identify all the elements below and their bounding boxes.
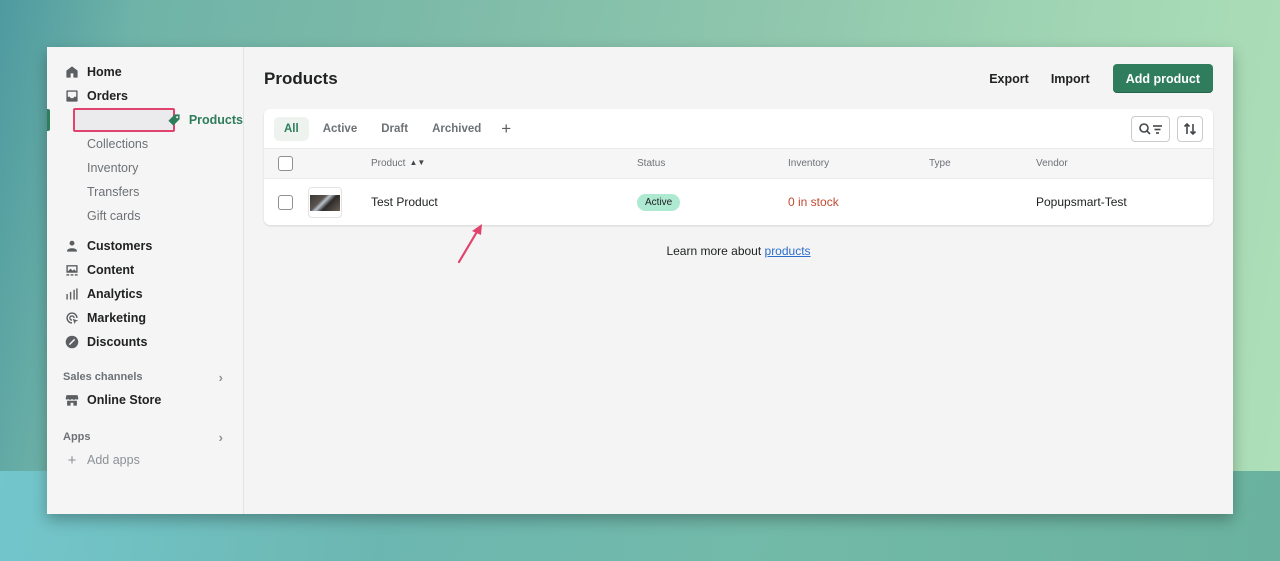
sidebar-subitem-gift-cards[interactable]: Gift cards bbox=[47, 204, 243, 228]
add-apps-button[interactable]: + Add apps bbox=[47, 448, 243, 472]
inventory-value: 0 in stock bbox=[788, 195, 839, 209]
home-icon bbox=[65, 65, 79, 79]
product-image bbox=[310, 194, 340, 211]
tab-draft[interactable]: Draft bbox=[371, 117, 418, 141]
select-all-checkbox[interactable] bbox=[278, 156, 293, 171]
products-help-link[interactable]: products bbox=[765, 244, 811, 258]
sidebar-subitem-inventory[interactable]: Inventory bbox=[47, 156, 243, 180]
sidebar-item-label: Online Store bbox=[87, 393, 162, 407]
sidebar-item-label: Home bbox=[87, 65, 122, 79]
sales-channels-heading: Sales channels bbox=[63, 371, 143, 383]
annotation-arrow-icon bbox=[457, 224, 482, 264]
table-header: Product ▲▼ Status Inventory Type Vendor bbox=[264, 149, 1213, 179]
sort-toggle-icon: ▲▼ bbox=[409, 158, 426, 167]
bar-chart-icon bbox=[65, 287, 79, 301]
sort-icon bbox=[1183, 122, 1197, 136]
products-card: All Active Draft Archived + Product ▲▼ St bbox=[264, 109, 1213, 225]
learn-more-text: Learn more about products bbox=[666, 244, 811, 258]
main-content: Products Export Import Add product All A… bbox=[244, 47, 1233, 514]
row-checkbox[interactable] bbox=[278, 194, 293, 210]
store-icon bbox=[65, 393, 79, 407]
status-badge: Active bbox=[637, 193, 681, 211]
sidebar-item-marketing[interactable]: Marketing bbox=[47, 306, 243, 330]
sidebar-item-label: Orders bbox=[87, 89, 128, 103]
app-window: Home Orders Products Collections Invento… bbox=[47, 47, 1233, 514]
sidebar-item-label: Customers bbox=[87, 239, 153, 253]
sidebar-item-label: Analytics bbox=[87, 287, 143, 301]
filter-tabs: All Active Draft Archived + bbox=[264, 109, 1213, 149]
add-view-button[interactable]: + bbox=[495, 119, 517, 139]
export-button[interactable]: Export bbox=[978, 72, 1040, 86]
search-filter-button[interactable] bbox=[1131, 116, 1170, 142]
apps-header[interactable]: Apps › bbox=[47, 426, 243, 448]
sidebar-item-label: Discounts bbox=[87, 335, 148, 349]
table-row[interactable]: Test Product Active 0 in stock Popupsmar… bbox=[264, 179, 1213, 225]
sidebar: Home Orders Products Collections Invento… bbox=[47, 47, 244, 514]
sidebar-item-label: Products bbox=[188, 113, 243, 127]
sort-button[interactable] bbox=[1177, 116, 1203, 142]
tab-all[interactable]: All bbox=[274, 116, 309, 141]
plus-icon: + bbox=[67, 451, 77, 469]
sales-channels-header[interactable]: Sales channels › bbox=[47, 366, 243, 388]
highlight-annotation bbox=[73, 108, 175, 132]
sidebar-item-discounts[interactable]: Discounts bbox=[47, 330, 243, 354]
page-title: Products bbox=[264, 69, 338, 88]
sidebar-item-products[interactable]: Products bbox=[47, 108, 243, 132]
sidebar-item-label: Marketing bbox=[87, 311, 147, 325]
column-header-status: Status bbox=[637, 158, 666, 169]
sidebar-subitem-transfers[interactable]: Transfers bbox=[47, 180, 243, 204]
import-button[interactable]: Import bbox=[1040, 72, 1101, 86]
chevron-right-icon[interactable]: › bbox=[219, 370, 223, 385]
search-filter-icon bbox=[1138, 123, 1162, 135]
sidebar-item-label: Content bbox=[87, 263, 135, 277]
product-name[interactable]: Test Product bbox=[371, 195, 438, 209]
orders-icon bbox=[65, 89, 79, 103]
chevron-right-icon[interactable]: › bbox=[219, 430, 223, 445]
sidebar-item-customers[interactable]: Customers bbox=[47, 234, 243, 258]
tab-archived[interactable]: Archived bbox=[422, 117, 491, 141]
column-header-product[interactable]: Product ▲▼ bbox=[371, 158, 425, 169]
sidebar-subitem-collections[interactable]: Collections bbox=[47, 132, 243, 156]
sidebar-item-analytics[interactable]: Analytics bbox=[47, 282, 243, 306]
product-thumbnail bbox=[308, 187, 342, 218]
discount-icon bbox=[65, 335, 79, 349]
sidebar-item-content[interactable]: Content bbox=[47, 258, 243, 282]
add-apps-label: Add apps bbox=[87, 453, 140, 467]
sidebar-item-orders[interactable]: Orders bbox=[47, 84, 243, 108]
vendor-value: Popupsmart-Test bbox=[1036, 195, 1127, 209]
person-icon bbox=[65, 239, 79, 253]
add-product-button[interactable]: Add product bbox=[1112, 64, 1213, 93]
column-header-vendor: Vendor bbox=[1036, 158, 1068, 169]
tab-active[interactable]: Active bbox=[313, 117, 368, 141]
content-icon bbox=[65, 263, 79, 277]
apps-heading: Apps bbox=[63, 431, 91, 443]
target-icon bbox=[65, 311, 79, 325]
sidebar-item-online-store[interactable]: Online Store bbox=[47, 388, 243, 412]
tag-icon bbox=[167, 113, 181, 127]
column-header-inventory: Inventory bbox=[788, 158, 830, 169]
column-header-type: Type bbox=[929, 158, 951, 169]
header-actions: Export Import Add product bbox=[978, 64, 1213, 93]
sidebar-item-home[interactable]: Home bbox=[47, 60, 243, 84]
